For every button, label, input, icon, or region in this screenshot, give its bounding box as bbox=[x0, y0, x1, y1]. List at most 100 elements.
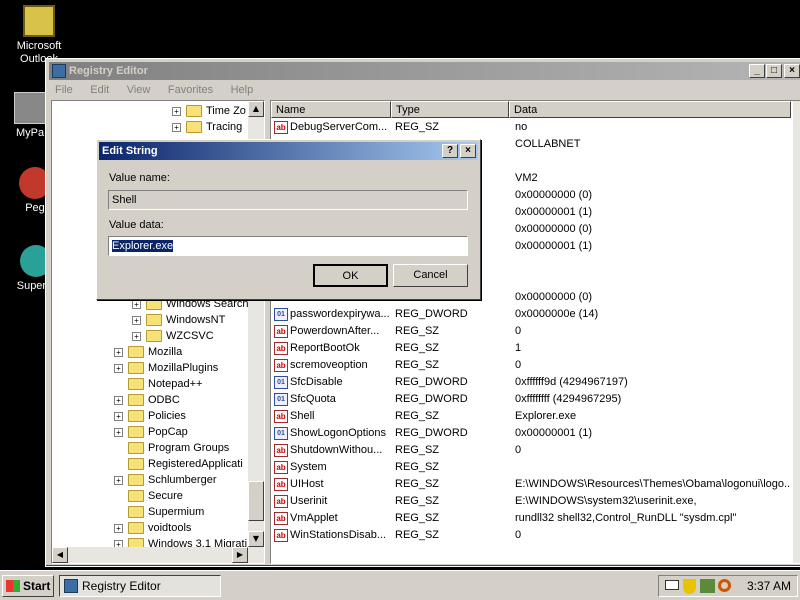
tree-horizontal-scrollbar[interactable]: ◀ ▶ bbox=[52, 547, 264, 563]
registry-editor-window: Registry Editor _ □ × File Edit View Fav… bbox=[45, 58, 800, 567]
list-row[interactable]: ab WinStationsDisab... REG_SZ 0 bbox=[271, 527, 791, 544]
taskbar-item-label: Registry Editor bbox=[82, 579, 161, 593]
folder-icon bbox=[146, 314, 162, 327]
value-name: PowerdownAfter... bbox=[290, 325, 380, 337]
tree-item-label: voidtools bbox=[148, 522, 192, 534]
list-row[interactable]: ab Userinit REG_SZ E:\WINDOWS\system32\user… bbox=[271, 493, 791, 510]
list-vertical-scrollbar[interactable] bbox=[793, 101, 800, 563]
string-value-icon: ab bbox=[274, 324, 288, 338]
tree-item[interactable]: + ODBC bbox=[114, 392, 180, 408]
expand-icon[interactable]: + bbox=[114, 475, 123, 485]
tree-item[interactable]: + Time Zo bbox=[172, 103, 246, 119]
value-name: System bbox=[290, 461, 327, 473]
start-button[interactable]: Start bbox=[2, 575, 54, 597]
tree-item[interactable]: + Schlumberger bbox=[114, 472, 216, 488]
list-row[interactable]: 01 ShowLogonOptions REG_DWORD 0x00000001 (1… bbox=[271, 425, 791, 442]
tree-item[interactable]: + WindowsNT bbox=[132, 312, 225, 328]
tree-item[interactable]: RegisteredApplicati bbox=[114, 456, 243, 472]
list-row[interactable]: ab System REG_SZ bbox=[271, 459, 791, 476]
menu-file[interactable]: File bbox=[55, 84, 73, 96]
tree-item[interactable]: Secure bbox=[114, 488, 183, 504]
expand-icon[interactable]: + bbox=[132, 315, 141, 325]
value-data: Explorer.exe bbox=[515, 410, 577, 422]
tree-item[interactable]: Supermium bbox=[114, 504, 204, 520]
help-button[interactable]: ? bbox=[442, 144, 458, 158]
value-data: E:\WINDOWS\system32\userinit.exe, bbox=[515, 495, 697, 507]
menu-help[interactable]: Help bbox=[231, 84, 254, 96]
expand-icon[interactable]: + bbox=[132, 331, 141, 341]
list-row[interactable]: ab UIHost REG_SZ E:\WINDOWS\Resources\Theme… bbox=[271, 476, 791, 493]
scroll-up-icon[interactable]: ▲ bbox=[248, 101, 264, 117]
column-header-type[interactable]: Type bbox=[391, 101, 509, 118]
desktop-icon-outlook[interactable]: Microsoft Outlook bbox=[1, 5, 77, 66]
close-button[interactable]: × bbox=[784, 64, 800, 78]
expand-icon[interactable]: + bbox=[114, 363, 123, 373]
tree-item-label: Program Groups bbox=[148, 442, 230, 454]
value-type: REG_SZ bbox=[395, 512, 440, 524]
maximize-button[interactable]: □ bbox=[766, 64, 782, 78]
string-value-icon: ab bbox=[274, 120, 288, 134]
expand-icon[interactable]: + bbox=[114, 347, 123, 357]
tree-item[interactable]: Notepad++ bbox=[114, 376, 202, 392]
list-row[interactable]: 01 SfcDisable REG_DWORD 0xffffff9d (4294967… bbox=[271, 374, 791, 391]
list-row[interactable]: ab scremoveoption REG_SZ 0 bbox=[271, 357, 791, 374]
expand-icon[interactable]: + bbox=[114, 395, 123, 405]
tree-item[interactable]: + WZCSVC bbox=[132, 328, 214, 344]
value-data: 0 bbox=[515, 444, 522, 456]
search-icon[interactable] bbox=[718, 579, 731, 592]
expand-icon[interactable]: + bbox=[114, 411, 123, 421]
folder-icon bbox=[128, 346, 144, 359]
value-type: REG_SZ bbox=[395, 121, 440, 133]
tree-item[interactable]: + MozillaPlugins bbox=[114, 360, 218, 376]
expand-icon[interactable]: + bbox=[172, 122, 181, 132]
tree-item-label: Schlumberger bbox=[148, 474, 217, 486]
list-row[interactable]: ab DebugServerCom... REG_SZ no bbox=[271, 119, 791, 136]
dialog-titlebar[interactable]: Edit String ? × bbox=[99, 142, 478, 160]
menu-favorites[interactable]: Favorites bbox=[168, 84, 213, 96]
expand-icon[interactable]: + bbox=[172, 106, 181, 116]
expand-icon[interactable]: + bbox=[114, 427, 123, 437]
value-data-input[interactable]: Explorer.exe bbox=[108, 236, 468, 256]
value-name: ReportBootOk bbox=[290, 342, 360, 354]
expand-icon[interactable]: + bbox=[132, 299, 141, 309]
value-type: REG_DWORD bbox=[395, 376, 468, 388]
value-data: 0x00000000 (0) bbox=[515, 223, 593, 235]
tree-item[interactable]: + voidtools bbox=[114, 520, 191, 536]
list-row[interactable]: ab Shell REG_SZ Explorer.exe bbox=[271, 408, 791, 425]
tree-item[interactable]: + Policies bbox=[114, 408, 186, 424]
clock[interactable]: 3:37 AM bbox=[747, 579, 791, 593]
tree-item[interactable]: Program Groups bbox=[114, 440, 229, 456]
expand-icon[interactable]: + bbox=[114, 523, 123, 533]
menu-view[interactable]: View bbox=[127, 84, 151, 96]
tree-item[interactable]: + Tracing bbox=[172, 119, 242, 135]
ok-button[interactable]: OK bbox=[313, 264, 388, 287]
tree-item-label: Supermium bbox=[148, 506, 205, 518]
list-row[interactable]: 01 SfcQuota REG_DWORD 0xffffffff (429496729… bbox=[271, 391, 791, 408]
value-type: REG_SZ bbox=[395, 325, 440, 337]
tree-item[interactable]: + Mozilla bbox=[114, 344, 182, 360]
window-titlebar[interactable]: Registry Editor _ □ × bbox=[49, 62, 800, 80]
list-row[interactable]: 01 passwordexpirywa... REG_DWORD 0x0000000e… bbox=[271, 306, 791, 323]
close-icon[interactable]: × bbox=[460, 144, 476, 158]
shield-icon[interactable] bbox=[683, 579, 696, 594]
list-row[interactable]: ab ReportBootOk REG_SZ 1 bbox=[271, 340, 791, 357]
scroll-left-icon[interactable]: ◀ bbox=[52, 547, 68, 563]
scroll-down-icon[interactable]: ▼ bbox=[248, 531, 264, 547]
list-row[interactable]: ab ShutdownWithou... REG_SZ 0 bbox=[271, 442, 791, 459]
column-header-name[interactable]: Name bbox=[271, 101, 391, 118]
taskbar-item-registry-editor[interactable]: Registry Editor bbox=[59, 575, 221, 597]
network-icon[interactable] bbox=[700, 579, 715, 593]
tree-item[interactable]: + PopCap bbox=[114, 424, 188, 440]
minimize-button[interactable]: _ bbox=[749, 64, 765, 78]
list-row[interactable]: ab PowerdownAfter... REG_SZ 0 bbox=[271, 323, 791, 340]
scroll-thumb[interactable] bbox=[248, 481, 264, 521]
column-header-data[interactable]: Data bbox=[509, 101, 791, 118]
value-data: 0xffffff9d (4294967197) bbox=[515, 376, 628, 388]
cancel-button[interactable]: Cancel bbox=[393, 264, 468, 287]
list-row[interactable]: ab VmApplet REG_SZ rundll32 shell32,Control… bbox=[271, 510, 791, 527]
tree-item-label: WZCSVC bbox=[166, 330, 214, 342]
menu-edit[interactable]: Edit bbox=[90, 84, 109, 96]
keyboard-icon[interactable] bbox=[665, 580, 679, 590]
scroll-right-icon[interactable]: ▶ bbox=[232, 547, 248, 563]
value-data: 0 bbox=[515, 529, 522, 541]
